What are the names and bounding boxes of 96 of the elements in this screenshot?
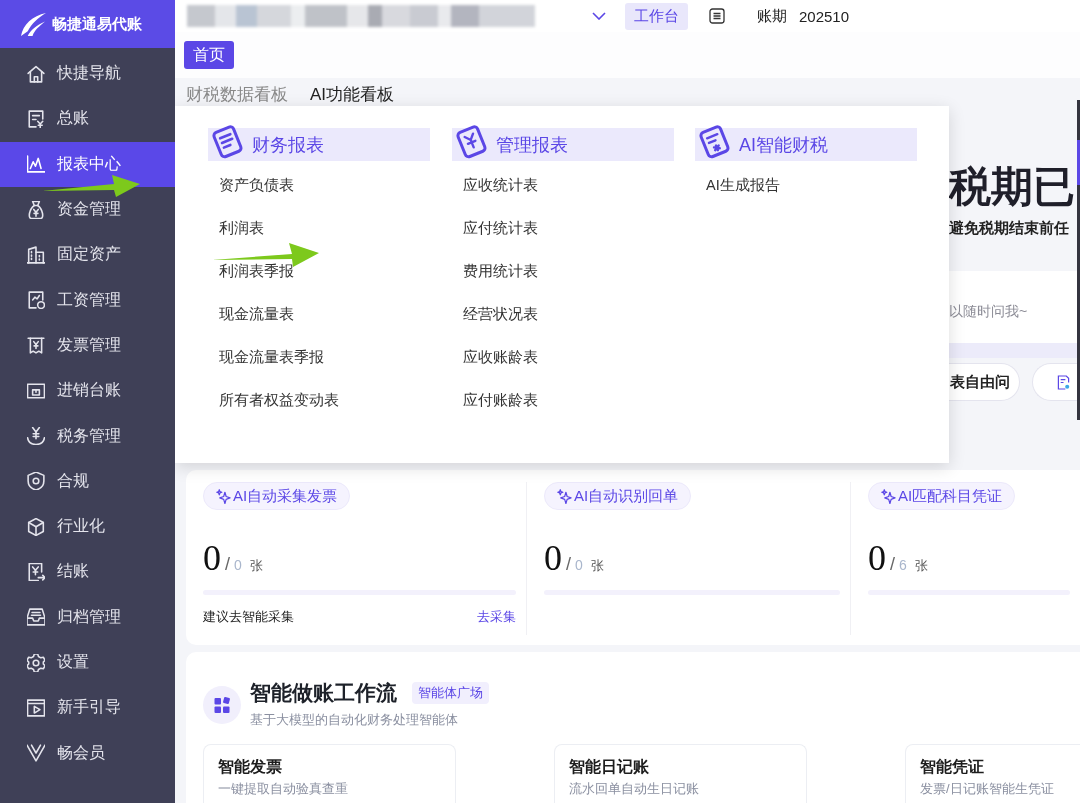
sidebar-item[interactable]: 归档管理 xyxy=(0,594,175,640)
sidebar-item[interactable]: 合规 xyxy=(0,458,175,504)
yen-document-icon xyxy=(27,109,45,128)
apps-grid-icon xyxy=(203,685,241,724)
menu-column-title: 财务报表 xyxy=(252,133,324,157)
agent-card[interactable]: 智能凭证 发票/日记账智能生凭证 xyxy=(905,744,1080,803)
line-chart-icon xyxy=(27,155,45,174)
menu-item[interactable]: 资产负债表 xyxy=(219,173,294,197)
feature-tag-label: AI自动采集发票 xyxy=(233,486,338,506)
sidebar-item[interactable]: 设置 xyxy=(0,639,175,686)
building-icon xyxy=(27,245,45,264)
count-separator: / xyxy=(890,554,895,575)
sidebar-item[interactable]: 快捷导航 xyxy=(0,51,175,97)
menu-item[interactable]: 现金流量表 xyxy=(219,302,294,326)
page-tab[interactable]: 首页 xyxy=(184,41,234,69)
receipt-icon xyxy=(27,336,45,355)
wing-logo-icon xyxy=(20,11,47,37)
sidebar-item[interactable]: 报表中心 xyxy=(0,141,175,187)
count-unit: 张 xyxy=(914,557,928,575)
shield-icon xyxy=(27,472,45,491)
document-icon xyxy=(1057,374,1070,390)
sparkle-icon xyxy=(557,488,572,504)
agent-square-link[interactable]: 智能体广场 xyxy=(412,682,489,704)
count-unit: 张 xyxy=(249,557,263,575)
sidebar-item[interactable]: 进销台账 xyxy=(0,368,175,414)
agent-card[interactable]: 智能发票 一键提取自动验真查重 xyxy=(203,744,456,803)
count-unit: 张 xyxy=(590,557,604,575)
yen-over-hand-icon xyxy=(27,427,45,445)
home-icon xyxy=(27,64,45,83)
menu-column-title: 管理报表 xyxy=(495,133,568,157)
workflow-subtitle: 基于大模型的自动化财务处理智能体 xyxy=(250,711,459,729)
document-arrow-icon xyxy=(27,562,45,581)
chip-button[interactable] xyxy=(1032,363,1080,401)
count-value: 0 xyxy=(544,538,562,578)
money-bag-icon xyxy=(27,200,45,219)
workflow-title: 智能做账工作流 xyxy=(250,680,397,706)
agent-description: 流水回单自动生日记账 xyxy=(569,780,700,798)
agent-title: 智能凭证 xyxy=(920,757,985,777)
collect-link[interactable]: 去采集 xyxy=(477,608,516,626)
sidebar-item[interactable]: 发票管理 xyxy=(0,322,175,369)
sidebar-item[interactable]: 行业化 xyxy=(0,503,175,550)
agent-card[interactable]: 智能日记账 流水回单自动生日记账 xyxy=(554,744,807,803)
menu-item[interactable]: 现金流量表季报 xyxy=(219,345,324,369)
count-total: 0 xyxy=(575,557,583,573)
ask-input-field[interactable]: 以随时问我~ xyxy=(949,271,1077,343)
agent-title: 智能发票 xyxy=(218,757,283,777)
chevron-down-icon[interactable] xyxy=(592,12,606,20)
sidebar-item[interactable]: 税务管理 xyxy=(0,413,175,459)
feature-tag-label: AI自动识别回单 xyxy=(574,486,679,506)
sidebar-item[interactable]: 结账 xyxy=(0,549,175,595)
agent-description: 发票/日记账智能生凭证 xyxy=(920,780,1055,798)
sidebar-item[interactable]: 固定资产 xyxy=(0,232,175,278)
chart-document-icon xyxy=(27,291,45,310)
question-chip[interactable]: 表自由问 xyxy=(949,363,1020,401)
sidebar-item[interactable]: 总账 xyxy=(0,96,175,142)
menu-item[interactable]: 利润表 xyxy=(219,216,264,240)
board-tab[interactable]: AI功能看板 xyxy=(310,85,395,105)
menu-item[interactable]: 应付统计表 xyxy=(462,216,538,240)
count-value: 0 xyxy=(868,538,886,578)
brand-name: 畅捷通易代账 xyxy=(52,14,142,34)
cube-icon xyxy=(27,517,45,536)
menu-item[interactable]: 所有者权益变动表 xyxy=(219,388,339,412)
sparkle-icon xyxy=(881,488,896,504)
menu-item[interactable]: 费用统计表 xyxy=(462,259,538,283)
menu-item[interactable]: 应收账龄表 xyxy=(462,345,538,369)
menu-item[interactable]: 经营状况表 xyxy=(462,302,538,326)
settings-icon xyxy=(27,653,45,672)
sidebar-item[interactable]: 新手引导 xyxy=(0,685,175,731)
list-icon[interactable] xyxy=(709,8,725,24)
menu-item[interactable]: 应收统计表 xyxy=(462,173,538,197)
count-separator: / xyxy=(566,554,571,575)
menu-item[interactable]: 应付账龄表 xyxy=(462,388,538,412)
banner-headline: 税期已 xyxy=(949,162,1076,212)
period-label: 账期 xyxy=(757,6,787,26)
menu-column-title: AI智能财税 xyxy=(739,133,828,157)
sidebar-item[interactable]: 工资管理 xyxy=(0,277,175,323)
sidebar-item[interactable]: 畅会员 xyxy=(0,730,175,776)
menu-item[interactable]: AI生成报告 xyxy=(706,173,780,197)
monitor-box-icon xyxy=(27,381,45,400)
banner-subtitle: 避免税期结束前任 xyxy=(949,218,1070,238)
sparkle-icon xyxy=(216,488,231,504)
agent-title: 智能日记账 xyxy=(569,757,650,777)
video-play-icon xyxy=(27,698,45,717)
period-value: 202510 xyxy=(799,7,850,25)
collect-hint: 建议去智能采集 xyxy=(203,608,294,626)
count-separator: / xyxy=(225,554,230,575)
workbench-button[interactable]: 工作台 xyxy=(625,2,688,30)
feature-tag-label: AI匹配科目凭证 xyxy=(898,486,1003,506)
agent-description: 一键提取自动验真查重 xyxy=(218,780,349,798)
count-total: 6 xyxy=(899,557,907,573)
sidebar-item[interactable]: 资金管理 xyxy=(0,186,175,233)
menu-item[interactable]: 利润表季报 xyxy=(219,259,294,283)
inbox-tray-icon xyxy=(27,608,45,627)
count-value: 0 xyxy=(203,538,221,578)
v-emblem-icon xyxy=(27,744,45,763)
count-total: 0 xyxy=(234,557,242,573)
